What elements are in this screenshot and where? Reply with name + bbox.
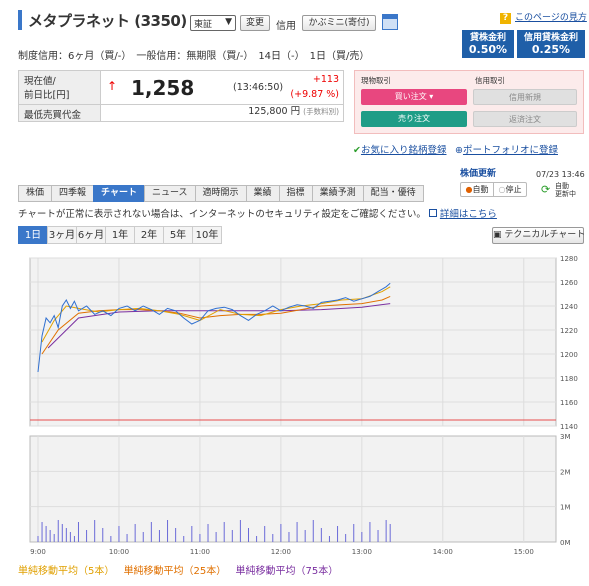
- tab-earnings[interactable]: 業績: [245, 185, 280, 202]
- tab-dividend[interactable]: 配当・優待: [362, 185, 424, 202]
- volume-tick-label: 2M: [560, 468, 571, 476]
- period-6m[interactable]: 6ヶ月: [76, 226, 106, 244]
- tab-shikiho[interactable]: 四季報: [51, 185, 95, 202]
- y-tick-label: 1160: [560, 399, 578, 407]
- y-tick-label: 1260: [560, 279, 578, 287]
- exchange-select[interactable]: 東証 ▼: [190, 15, 236, 31]
- x-tick-label: 9:00: [30, 548, 46, 556]
- update-date: 07/23 13:46: [536, 170, 585, 179]
- credit-info: 制度信用：6ヶ月（買/-） 一般信用：無期限（買/-） 14日（-） 1日（買/…: [18, 51, 370, 62]
- y-tick-label: 1220: [560, 327, 578, 335]
- tab-forecast[interactable]: 業績予測: [311, 185, 364, 202]
- tab-disclosure[interactable]: 適時開示: [194, 185, 247, 202]
- y-tick-label: 1280: [560, 255, 578, 263]
- min-trade-unit: 円: [290, 106, 301, 117]
- current-price: 1,258: [131, 76, 195, 100]
- volume-tick-label: 0M: [560, 539, 571, 547]
- margin-lending-rate-badge: 信用貸株金利 0.25%: [517, 30, 585, 58]
- up-arrow-icon: ↑: [107, 79, 118, 93]
- credit-label: 信用: [276, 21, 296, 32]
- refresh-icon: ⟳: [541, 183, 551, 196]
- legend-ma5: 単純移動平均（5本）: [18, 566, 115, 577]
- price-change: +113: [312, 74, 339, 85]
- stop-radio[interactable]: ○停止: [493, 182, 527, 197]
- volume-plot-area: [29, 435, 557, 543]
- period-1d[interactable]: 1日: [18, 226, 48, 244]
- portfolio-link[interactable]: ⊕ポートフォリオに登録: [455, 142, 558, 156]
- calendar-icon[interactable]: [382, 14, 398, 30]
- title-accent: [18, 10, 22, 30]
- y-tick-label: 1240: [560, 303, 578, 311]
- y-tick-label: 1180: [560, 375, 578, 383]
- y-tick-label: 1140: [560, 423, 578, 431]
- legend-ma25: 単純移動平均（25本）: [123, 566, 227, 577]
- cash-trade-label: 現物取引: [361, 76, 391, 85]
- min-trade-label: 最低売買代金: [19, 105, 101, 121]
- x-tick-label: 10:00: [109, 548, 129, 556]
- margin-trade-label: 信用取引: [475, 76, 505, 85]
- chart-note: チャートが正常に表示されない場合は、インターネットのセキュリティ設定をご確認くだ…: [18, 209, 497, 220]
- y-tick-label: 1200: [560, 351, 578, 359]
- detail-link[interactable]: 詳細はこちら: [428, 209, 497, 220]
- check-icon: ✔: [353, 145, 361, 156]
- period-10y[interactable]: 10年: [192, 226, 222, 244]
- volume-tick-label: 3M: [560, 433, 571, 441]
- page-title: メタプラネット (3350): [28, 12, 187, 30]
- tab-indicators[interactable]: 指標: [278, 185, 313, 202]
- buy-order-button[interactable]: 買い注文 ▾: [361, 89, 467, 105]
- period-3m[interactable]: 3ヶ月: [47, 226, 77, 244]
- auto-radio[interactable]: ●自動: [460, 182, 494, 197]
- help-link[interactable]: ? このページの見方: [500, 10, 587, 24]
- price-time: (13:46:50): [233, 82, 284, 93]
- tab-price[interactable]: 株価: [18, 185, 53, 202]
- price-change-pct: (+9.87 %): [290, 89, 339, 100]
- lending-rate-badge: 貸株金利 0.50%: [462, 30, 514, 58]
- x-tick-label: 11:00: [190, 548, 210, 556]
- chart-icon: ▣: [493, 230, 502, 240]
- repay-order-button[interactable]: 返済注文: [473, 111, 577, 127]
- x-tick-label: 12:00: [271, 548, 291, 556]
- update-title: 株価更新: [460, 169, 497, 179]
- x-tick-label: 15:00: [514, 548, 534, 556]
- period-1y[interactable]: 1年: [105, 226, 135, 244]
- min-trade-value: 125,800: [248, 106, 288, 117]
- trade-panel: 現物取引 信用取引 買い注文 ▾ 信用新規 売り注文 返済注文: [354, 70, 584, 134]
- price-chart: 9:00 10:00 11:00 12:00 13:00 14:00 15:00 1280 12…: [29, 255, 578, 556]
- square-icon: [428, 209, 437, 217]
- price-label: 現在値/前日比[円]: [19, 71, 101, 104]
- margin-new-button[interactable]: 信用新規: [473, 89, 577, 105]
- volume-tick-label: 1M: [560, 504, 571, 512]
- plus-circle-icon: ⊕: [455, 145, 463, 156]
- legend-ma75: 単純移動平均（75本）: [235, 566, 339, 577]
- help-icon: ?: [500, 13, 511, 24]
- favorite-link[interactable]: ✔お気に入り銘柄登録: [353, 142, 446, 156]
- period-2y[interactable]: 2年: [134, 226, 164, 244]
- quote-table: 現在値/前日比[円] ↑ 1,258 (13:46:50) +113 (+9.8…: [18, 70, 344, 122]
- fee-note: (手数料別): [303, 107, 339, 116]
- price-plot-area: [29, 257, 557, 427]
- chart-legend: 単純移動平均（5本） 単純移動平均（25本） 単純移動平均（75本）: [18, 562, 338, 577]
- period-tabs: 1日 3ヶ月 6ヶ月 1年 2年 5年 10年: [18, 226, 222, 244]
- stock-tabs: 株価 四季報 チャート ニュース 適時開示 業績 指標 業績予測 配当・優待: [18, 185, 424, 202]
- tab-news[interactable]: ニュース: [143, 185, 196, 202]
- sell-order-button[interactable]: 売り注文: [361, 111, 467, 127]
- kabu-mini-button[interactable]: かぶミニ(寄付): [302, 15, 376, 31]
- x-tick-label: 14:00: [433, 548, 453, 556]
- change-button[interactable]: 変更: [240, 15, 270, 31]
- period-5y[interactable]: 5年: [163, 226, 193, 244]
- auto-update-status: 自動 更新中: [555, 182, 576, 198]
- tab-chart[interactable]: チャート: [93, 185, 145, 202]
- x-tick-label: 13:00: [352, 548, 372, 556]
- technical-chart-button[interactable]: ▣ テクニカルチャート: [492, 227, 585, 244]
